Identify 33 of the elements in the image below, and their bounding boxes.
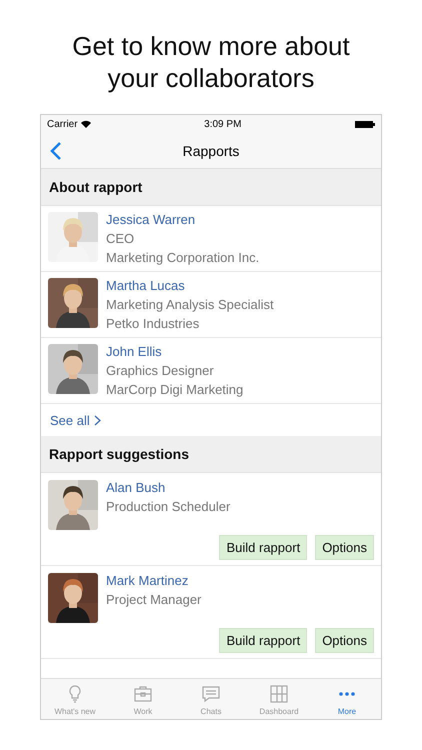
- dashboard-icon: [269, 684, 289, 704]
- back-button[interactable]: [49, 141, 63, 161]
- build-rapport-button[interactable]: Build rapport: [219, 628, 308, 653]
- options-button[interactable]: Options: [315, 535, 374, 560]
- job-title: Production Scheduler: [106, 499, 230, 515]
- wifi-icon: [80, 120, 91, 128]
- person-name[interactable]: John Ellis: [106, 344, 244, 360]
- tab[interactable]: More: [313, 679, 381, 719]
- headline: Get to know more about your collaborators: [71, 30, 351, 94]
- nav-title: Rapports: [182, 142, 240, 158]
- section-header: Rapport suggestions: [41, 436, 381, 473]
- more-icon: [339, 692, 355, 696]
- see-all-link[interactable]: See all: [41, 404, 381, 436]
- section-header: About rapport: [41, 169, 381, 206]
- clock: 3:09 PM: [204, 118, 242, 130]
- chevron-icon: [94, 414, 101, 426]
- options-button[interactable]: Options: [315, 628, 374, 653]
- briefcase-icon: [133, 684, 153, 704]
- job-title: CEO: [106, 231, 136, 247]
- build-rapport-button[interactable]: Build rapport: [219, 535, 308, 560]
- person-name[interactable]: Martha Lucas: [106, 278, 274, 294]
- chat-icon: [201, 684, 221, 704]
- company-name: MarCorp Digi Marketing: [106, 382, 244, 398]
- battery-icon: [355, 120, 375, 128]
- person-name[interactable]: Alan Bush: [106, 480, 230, 496]
- company-name: Petko Industries: [106, 316, 200, 332]
- company-name: Marketing Corporation Inc.: [106, 250, 260, 266]
- person-name[interactable]: Jessica Warren: [106, 212, 260, 228]
- person-name[interactable]: Mark Martinez: [106, 573, 202, 589]
- job-title: Project Manager: [106, 592, 202, 608]
- carrier-label: Carrier: [47, 118, 78, 130]
- job-title: Graphics Designer: [106, 363, 215, 379]
- job-title: Marketing Analysis Specialist: [106, 297, 274, 313]
